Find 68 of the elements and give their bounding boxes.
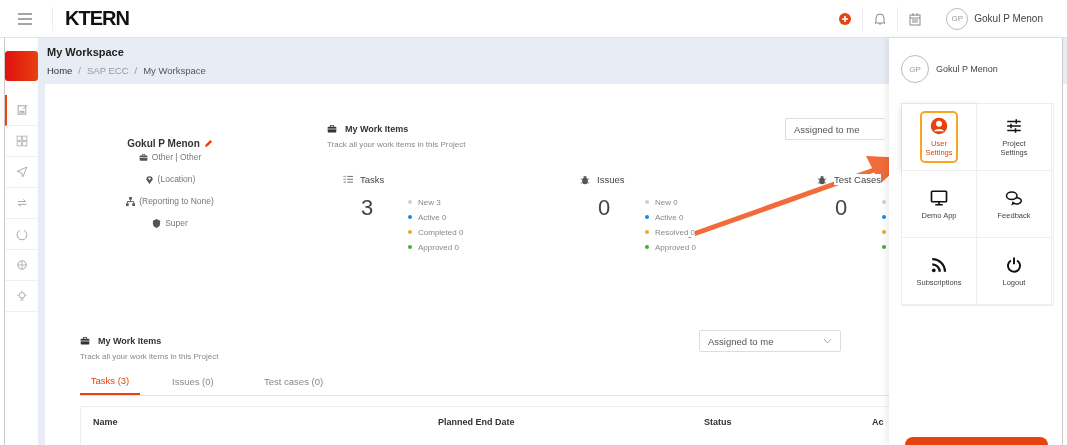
breadcrumb-separator: /: [134, 65, 138, 76]
brand-tile[interactable]: [5, 51, 38, 81]
bulb-icon: [14, 289, 29, 303]
legend-label: Resolved 0: [655, 227, 696, 237]
power-icon: [1005, 255, 1023, 274]
profile-reporting: (Reporting to None): [139, 196, 214, 206]
assignee-dropdown[interactable]: Assigned to me: [785, 118, 885, 140]
briefcase-icon: [327, 124, 337, 134]
assignee-dropdown[interactable]: Assigned to me: [699, 330, 841, 352]
section-subtitle: Track all your work items in this Project: [80, 352, 219, 361]
briefcase-icon: [80, 336, 90, 346]
group-label: Issues: [597, 174, 625, 185]
legend-label: Active 0: [655, 212, 684, 222]
profile-access: Super: [165, 218, 188, 228]
profile-location: (Location): [157, 174, 196, 184]
profile-name: Gokul P Menon: [127, 138, 200, 149]
column-header: Ac: [872, 417, 884, 427]
shield-icon: [152, 218, 162, 228]
legend-label: Active 0: [418, 212, 447, 222]
chevron-icon: [823, 338, 832, 344]
column-header: Planned End Date: [438, 417, 515, 427]
section-subtitle: Track all your work items in this Project: [327, 140, 466, 149]
edit-icon: [15, 103, 30, 117]
tab[interactable]: Issues (0): [172, 371, 264, 395]
tab[interactable]: Test cases (0): [264, 371, 356, 395]
section-title: My Work Items: [345, 124, 409, 134]
checklist-icon: [343, 174, 353, 185]
pencil-icon[interactable]: [203, 139, 213, 148]
chat-icon: [1005, 188, 1023, 207]
tab[interactable]: Tasks (3): [80, 371, 140, 395]
legend-label: New 0: [655, 197, 678, 207]
bell-icon[interactable]: [873, 11, 888, 26]
group-label: Tasks: [360, 174, 385, 185]
grid-icon: [14, 134, 29, 148]
profile-role: Other | Other: [151, 152, 202, 162]
page-title: My Workspace: [47, 46, 125, 58]
sliders-icon: [1005, 117, 1023, 135]
breadcrumb-separator: /: [78, 65, 81, 76]
hierarchy-icon: [126, 196, 136, 206]
legend-label: Completed 0: [418, 227, 464, 237]
location-pin-icon: [144, 174, 154, 184]
user-name: Gokul P Menon: [936, 64, 998, 74]
bug-icon: [580, 174, 590, 185]
send-icon: [14, 165, 29, 179]
group-label: Test Cases: [834, 174, 881, 185]
user-name[interactable]: Gokul P Menon: [974, 13, 1043, 24]
legend-label: Approved 0: [418, 242, 459, 252]
bug-icon: [817, 174, 827, 185]
legend-label: New 3: [418, 197, 441, 207]
column-header: Name: [93, 417, 118, 427]
column-header: Status: [704, 417, 732, 427]
menu-icon[interactable]: [18, 12, 32, 25]
logo: KTERN: [65, 7, 129, 30]
power-icon: [14, 227, 29, 241]
legend-label: Approved 0: [655, 242, 696, 252]
group-count: 3: [359, 194, 375, 222]
breadcrumb-item: My Workspace: [143, 65, 206, 76]
monitor-icon: [930, 188, 948, 207]
calendar-icon[interactable]: [908, 11, 923, 26]
rss-icon: [930, 255, 948, 274]
group-count: 0: [833, 194, 849, 222]
globe-icon: [14, 258, 29, 272]
breadcrumb-item[interactable]: Home: [47, 65, 73, 76]
briefcase-icon: [138, 152, 148, 162]
add-icon[interactable]: [838, 11, 853, 26]
group-count: 0: [596, 194, 612, 222]
user-icon: [930, 117, 948, 135]
section-title: My Work Items: [98, 336, 162, 346]
